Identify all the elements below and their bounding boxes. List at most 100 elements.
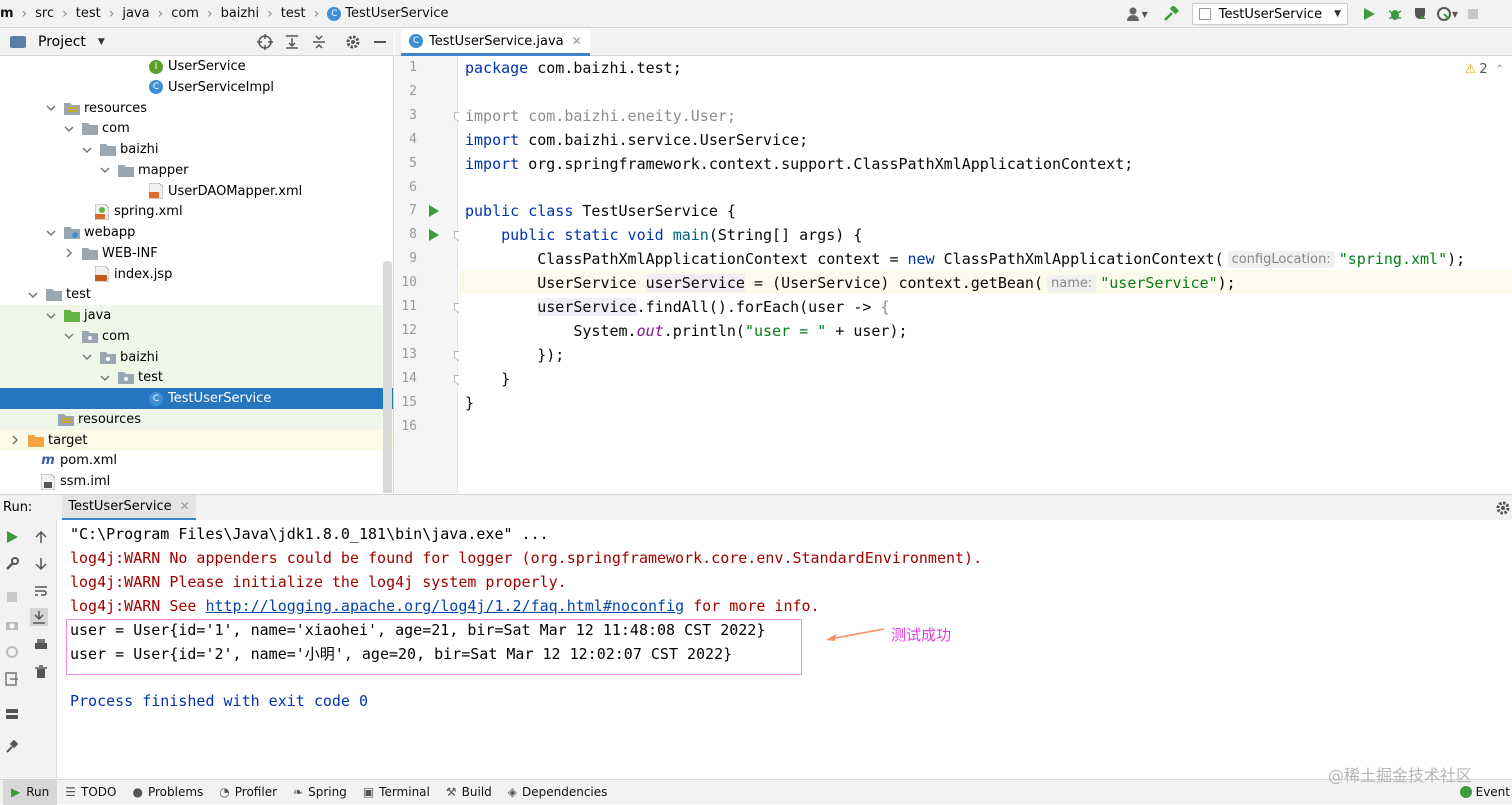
camera-icon[interactable] bbox=[3, 616, 21, 634]
chevron-down-icon[interactable] bbox=[62, 124, 76, 134]
chevron-down-icon[interactable]: ▼ bbox=[98, 37, 105, 47]
close-icon[interactable]: ✕ bbox=[180, 499, 190, 513]
spring-xml-icon bbox=[94, 203, 110, 220]
tab-profiler[interactable]: ◔ Profiler bbox=[211, 780, 285, 805]
tab-terminal[interactable]: ▣ Terminal bbox=[355, 780, 438, 805]
wrench-icon[interactable] bbox=[3, 555, 21, 573]
profiler-icon[interactable]: ▼ bbox=[1436, 3, 1458, 25]
gear-icon[interactable] bbox=[344, 33, 362, 51]
breadcrumb-item[interactable]: com bbox=[171, 6, 199, 21]
tree-item[interactable]: webapp bbox=[0, 222, 393, 243]
stop-icon[interactable] bbox=[3, 588, 21, 606]
tree-item[interactable]: test bbox=[0, 367, 393, 389]
code-editor[interactable]: ⚠ 2 ⌃ package com.baizhi.test; import com.… bbox=[459, 56, 1512, 493]
tree-item[interactable]: baizhi bbox=[0, 346, 393, 368]
chevron-down-icon[interactable] bbox=[44, 228, 58, 238]
breadcrumb-item[interactable]: src bbox=[35, 6, 54, 21]
chevron-down-icon[interactable] bbox=[80, 145, 94, 155]
tree-item[interactable]: resources bbox=[0, 98, 393, 119]
chevron-down-icon[interactable] bbox=[44, 311, 58, 321]
tab-build[interactable]: ⚒ Build bbox=[438, 780, 500, 805]
run-gutter-icon[interactable] bbox=[425, 226, 443, 244]
exit-icon[interactable] bbox=[3, 670, 21, 688]
run-configuration-select[interactable]: TestUserService ▼ bbox=[1191, 3, 1348, 25]
dump-threads-icon[interactable] bbox=[3, 643, 21, 661]
expand-all-icon[interactable] bbox=[283, 33, 301, 51]
breadcrumb-item[interactable]: TestUserService bbox=[345, 6, 448, 21]
annotation-arrow bbox=[826, 628, 885, 641]
scroll-to-end-icon[interactable] bbox=[30, 608, 48, 626]
down-arrow-icon[interactable] bbox=[32, 555, 50, 573]
collapse-all-icon[interactable] bbox=[310, 33, 328, 51]
chevron-down-icon[interactable] bbox=[98, 165, 112, 175]
tree-item[interactable]: index.jsp bbox=[0, 264, 393, 285]
chevron-right-icon[interactable] bbox=[62, 248, 76, 258]
warning-indicator[interactable]: ⚠ 2 ⌃ bbox=[1465, 62, 1504, 77]
breadcrumb-item[interactable]: m bbox=[0, 6, 14, 21]
up-arrow-icon[interactable] bbox=[32, 528, 50, 546]
gear-icon[interactable] bbox=[1494, 499, 1512, 517]
locate-icon[interactable] bbox=[256, 33, 274, 51]
chevron-down-icon[interactable] bbox=[80, 352, 94, 362]
run-toolbar bbox=[0, 520, 57, 778]
soft-wrap-icon[interactable] bbox=[32, 582, 50, 600]
run-panel-header: Run: TestUserService ✕ bbox=[0, 494, 1512, 521]
tree-item[interactable]: UserDAOMapper.xml bbox=[0, 181, 393, 202]
debug-icon[interactable] bbox=[1384, 3, 1406, 25]
tree-item[interactable]: C UserServiceImpl bbox=[0, 77, 393, 98]
rerun-icon[interactable] bbox=[3, 528, 21, 546]
chevron-right-icon[interactable] bbox=[8, 435, 22, 445]
code-line-8: public static void main (String[] args) { bbox=[465, 226, 863, 244]
chevron-down-icon[interactable] bbox=[26, 290, 40, 300]
tab-dependencies[interactable]: ◈ Dependencies bbox=[500, 780, 616, 805]
tab-run[interactable]: ▶ Run bbox=[3, 779, 58, 805]
tree-item[interactable]: java bbox=[0, 305, 393, 326]
tree-item[interactable]: target bbox=[0, 429, 393, 451]
close-icon[interactable]: ✕ bbox=[572, 34, 582, 48]
pin-icon[interactable] bbox=[3, 738, 21, 756]
stop-icon[interactable] bbox=[1462, 3, 1484, 25]
tree-item[interactable]: com bbox=[0, 325, 393, 347]
tree-item[interactable]: WEB-INF bbox=[0, 243, 393, 264]
layout-icon[interactable] bbox=[3, 705, 21, 723]
minimize-icon[interactable] bbox=[371, 33, 389, 51]
faq-link[interactable]: http://logging.apache.org/log4j/1.2/faq.… bbox=[205, 597, 684, 615]
event-log-button[interactable]: Event bbox=[1458, 780, 1512, 805]
tab-spring[interactable]: ❧ Spring bbox=[285, 780, 355, 805]
scrollbar[interactable] bbox=[383, 261, 392, 493]
tree-item[interactable]: mapper bbox=[0, 160, 393, 181]
breadcrumb-item[interactable]: java bbox=[122, 6, 149, 21]
run-gutter-icon[interactable] bbox=[425, 202, 443, 220]
tree-item-label: baizhi bbox=[120, 142, 159, 157]
tree-item[interactable]: baizhi bbox=[0, 139, 393, 160]
project-title[interactable]: Project bbox=[38, 34, 86, 50]
tree-item-label: ssm.iml bbox=[60, 474, 111, 489]
chevron-down-icon[interactable] bbox=[44, 103, 58, 113]
tree-item[interactable]: I UserService bbox=[0, 56, 393, 77]
trash-icon[interactable] bbox=[32, 663, 50, 681]
breadcrumb-item[interactable]: test bbox=[281, 6, 306, 21]
coverage-icon[interactable] bbox=[1410, 3, 1432, 25]
build-hammer-icon[interactable] bbox=[1160, 3, 1182, 25]
code-line-12: System. out .println("user = " + user); bbox=[465, 322, 908, 340]
tab-todo[interactable]: ☰ TODO bbox=[57, 780, 124, 805]
chevron-down-icon[interactable] bbox=[98, 373, 112, 383]
tree-item[interactable]: resources bbox=[0, 408, 393, 430]
tree-item[interactable]: ssm.iml bbox=[0, 471, 393, 492]
chevron-down-icon[interactable] bbox=[62, 331, 76, 341]
tree-item[interactable]: C TestUserService bbox=[0, 388, 393, 409]
tab-problems[interactable]: ● Problems bbox=[124, 780, 211, 805]
print-icon[interactable] bbox=[32, 636, 50, 654]
tree-item[interactable]: com bbox=[0, 118, 393, 139]
tree-item[interactable]: test bbox=[0, 284, 393, 305]
tab-run-testuserservice[interactable]: TestUserService ✕ bbox=[62, 494, 196, 521]
console-line: Process finished with exit code 0 bbox=[70, 692, 369, 710]
tree-item-label: resources bbox=[84, 100, 148, 116]
breadcrumb-item[interactable]: test bbox=[76, 6, 101, 21]
user-icon[interactable]: ▼ bbox=[1126, 3, 1148, 25]
tree-item[interactable]: spring.xml bbox=[0, 201, 393, 222]
tree-item[interactable]: m pom.xml bbox=[0, 450, 393, 471]
run-icon[interactable] bbox=[1358, 3, 1380, 25]
tab-testuserservice-java[interactable]: C TestUserService.java ✕ bbox=[401, 29, 590, 56]
breadcrumb-item[interactable]: baizhi bbox=[221, 6, 260, 21]
